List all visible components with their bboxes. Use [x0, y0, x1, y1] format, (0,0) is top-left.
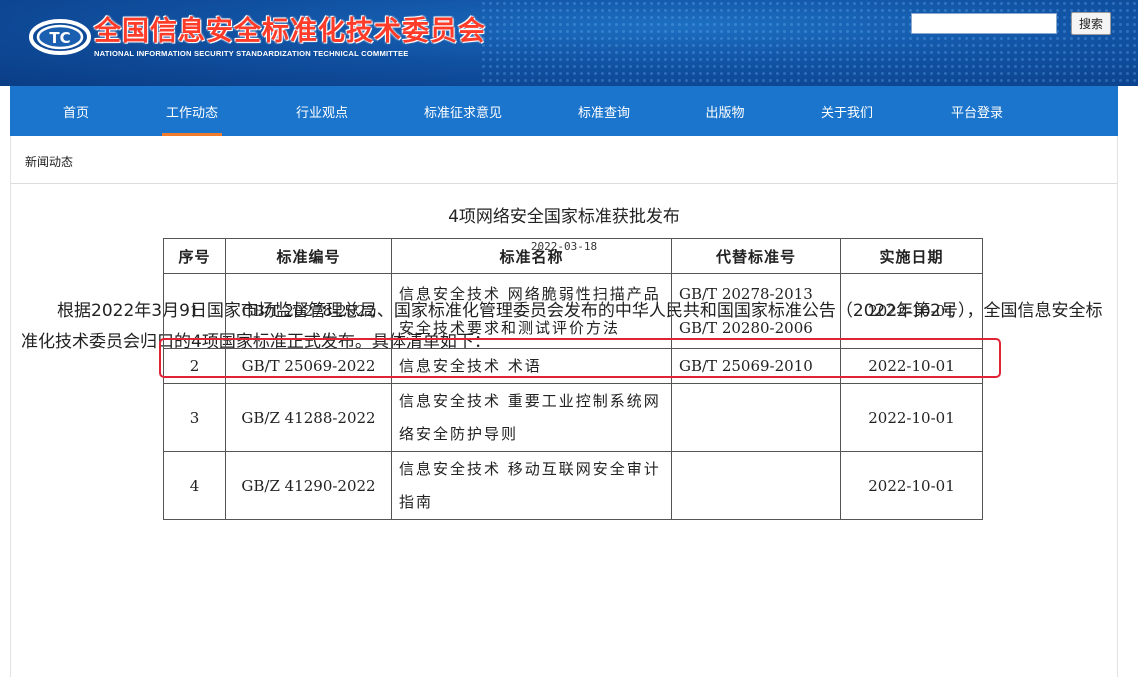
- search-button[interactable]: 搜索: [1071, 12, 1111, 35]
- table-row: 1 GB/T 20278-2022 信息安全技术 网络脆弱性扫描产品安全技术要求…: [163, 273, 983, 349]
- site-logo[interactable]: TC 全国信息安全标准化技术委员会 NATIONAL INFORMATION S…: [28, 12, 486, 62]
- cell-date: 2022-10-01: [840, 348, 983, 384]
- cell-replaces-empty: [671, 383, 841, 452]
- standards-table: 序号 标准编号 标准名称 代替标准号 实施日期 1 GB/T 20278-202…: [163, 238, 983, 520]
- header-num: 序号: [163, 238, 226, 274]
- cell-code: GB/Z 41288-2022: [225, 383, 392, 452]
- header-name: 标准名称: [391, 238, 672, 274]
- site-title-cn: 全国信息安全标准化技术委员会: [94, 15, 486, 47]
- nav-item-publications[interactable]: 出版物: [684, 86, 766, 136]
- cell-code: GB/T 20278-2022: [225, 273, 392, 349]
- cell-date: 2022-10-01: [840, 273, 983, 349]
- cell-num: 1: [163, 273, 226, 349]
- header-date: 实施日期: [840, 238, 983, 274]
- cell-replaces-line: GB/T 20278-2013: [679, 285, 813, 303]
- cell-name: 信息安全技术 术语: [391, 348, 672, 384]
- table-header-row: 序号 标准编号 标准名称 代替标准号 实施日期: [163, 238, 983, 274]
- search-input[interactable]: [911, 13, 1057, 34]
- cell-date: 2022-10-01: [840, 451, 983, 520]
- breadcrumb[interactable]: 新闻动态: [25, 153, 73, 170]
- breadcrumb-divider: [11, 183, 1117, 184]
- cell-num: 3: [163, 383, 226, 452]
- cell-replaces-line: GB/T 20280-2006: [679, 319, 813, 337]
- table-row: 3 GB/Z 41288-2022 信息安全技术 重要工业控制系统网络安全防护导…: [163, 383, 983, 452]
- table-row-highlighted: 2 GB/T 25069-2022 信息安全技术 术语 GB/T 25069-2…: [163, 348, 983, 384]
- nav-item-standard-comments[interactable]: 标准征求意见: [402, 86, 524, 136]
- cell-num: 4: [163, 451, 226, 520]
- site-title-en: NATIONAL INFORMATION SECURITY STANDARDIZ…: [94, 48, 409, 58]
- nav-item-platform-login[interactable]: 平台登录: [928, 86, 1026, 136]
- cell-replaces: GB/T 20278-2013 GB/T 20280-2006: [671, 273, 841, 349]
- header-banner: TC 全国信息安全标准化技术委员会 NATIONAL INFORMATION S…: [0, 0, 1138, 86]
- cell-replaces: GB/T 25069-2010: [671, 348, 841, 384]
- cell-replaces-empty: [671, 451, 841, 520]
- article-title: 4项网络安全国家标准获批发布: [448, 207, 680, 227]
- nav-item-industry-views[interactable]: 行业观点: [242, 86, 402, 136]
- tc-logo-icon: TC: [28, 17, 92, 57]
- nav-item-home[interactable]: 首页: [10, 86, 142, 136]
- cell-date: 2022-10-01: [840, 383, 983, 452]
- cell-num: 2: [163, 348, 226, 384]
- main-nav: 首页 工作动态 行业观点 标准征求意见 标准查询 出版物 关于我们 平台登录: [10, 86, 1118, 136]
- nav-item-work-news[interactable]: 工作动态: [142, 86, 242, 136]
- nav-item-about-us[interactable]: 关于我们: [766, 86, 928, 136]
- nav-item-standard-search[interactable]: 标准查询: [524, 86, 684, 136]
- cell-code: GB/T 25069-2022: [225, 348, 392, 384]
- cell-code: GB/Z 41290-2022: [225, 451, 392, 520]
- header-replaces: 代替标准号: [671, 238, 841, 274]
- cell-name: 信息安全技术 重要工业控制系统网络安全防护导则: [391, 383, 672, 452]
- cell-name: 信息安全技术 网络脆弱性扫描产品安全技术要求和测试评价方法: [391, 273, 672, 349]
- header-code: 标准编号: [225, 238, 392, 274]
- cell-name: 信息安全技术 移动互联网安全审计指南: [391, 451, 672, 520]
- table-row: 4 GB/Z 41290-2022 信息安全技术 移动互联网安全审计指南 202…: [163, 451, 983, 520]
- logo-mark-text: TC: [49, 29, 70, 47]
